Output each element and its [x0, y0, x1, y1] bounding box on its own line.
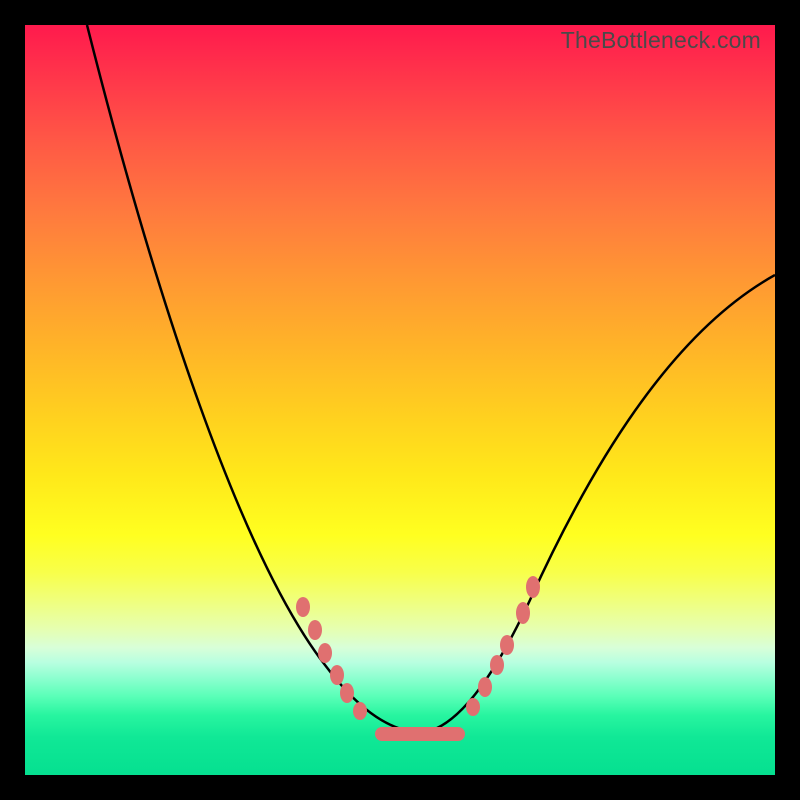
curve-marker: [526, 576, 540, 598]
bottom-capsule-marker: [375, 727, 465, 741]
curve-marker: [478, 677, 492, 697]
curve-marker: [353, 702, 367, 720]
curve-marker: [296, 597, 310, 617]
outer-frame: TheBottleneck.com: [0, 0, 800, 800]
chart-svg: [25, 25, 775, 775]
curve-marker: [318, 643, 332, 663]
plot-area: TheBottleneck.com: [25, 25, 775, 775]
curve-marker: [516, 602, 530, 624]
left-curve: [87, 25, 420, 733]
curve-marker: [308, 620, 322, 640]
curve-marker: [330, 665, 344, 685]
right-curve: [420, 275, 775, 733]
curve-marker: [466, 698, 480, 716]
curve-marker: [490, 655, 504, 675]
curve-marker: [500, 635, 514, 655]
curve-marker: [340, 683, 354, 703]
